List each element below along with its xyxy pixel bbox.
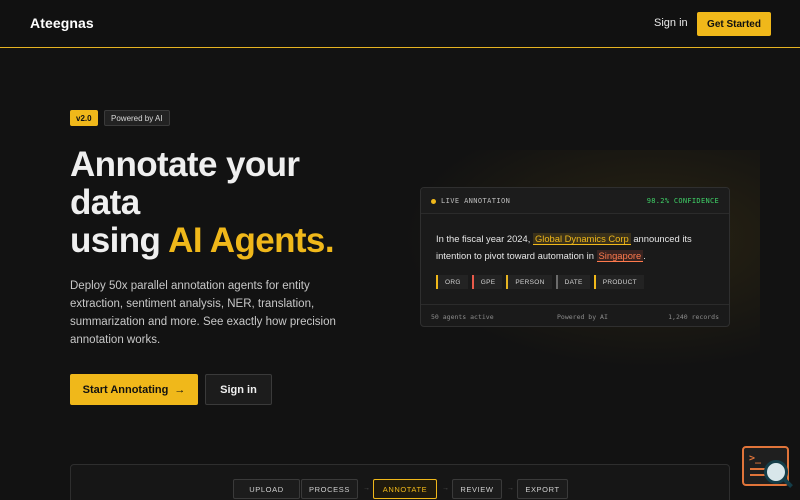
- text-prefix: In the fiscal year 2024,: [436, 233, 533, 244]
- terminal-prompt-icon: >_: [749, 453, 762, 464]
- hero-description: Deploy 50x parallel annotation agents fo…: [70, 280, 336, 346]
- magnifier-icon: [764, 460, 788, 484]
- entity-tags: ORG GPE PERSON DATE PRODUCT: [436, 275, 644, 289]
- step-upload[interactable]: UPLOAD: [233, 479, 300, 499]
- version-badge: v2.0: [70, 110, 98, 126]
- hero-title: Annotate your data using AI Agents.: [70, 146, 400, 260]
- step-review[interactable]: REVIEW: [452, 479, 502, 499]
- live-dot-icon: [431, 199, 436, 204]
- records-count: 1,240 records: [668, 313, 719, 321]
- entity-org[interactable]: Global Dynamics Corp: [532, 233, 631, 245]
- pipeline-steps: UPLOAD → PROCESS → ANNOTATE → REVIEW → E…: [70, 464, 730, 500]
- annotated-text: In the fiscal year 2024, Global Dynamics…: [436, 230, 721, 264]
- tag-person[interactable]: PERSON: [506, 275, 552, 289]
- agents-active-count: 50 agents active: [431, 313, 494, 321]
- step-process[interactable]: PROCESS: [301, 479, 358, 499]
- live-annotation-label: LIVE ANNOTATION: [441, 197, 511, 205]
- hero-title-period: .: [324, 221, 335, 260]
- hero-title-prefix: using: [70, 221, 169, 260]
- step-arrow-icon: →: [507, 485, 514, 492]
- start-annotating-button[interactable]: Start Annotating →: [70, 374, 198, 405]
- tag-org[interactable]: ORG: [436, 275, 468, 289]
- start-annotating-label: Start Annotating: [82, 383, 169, 396]
- footer-powered-label: Powered by AI: [557, 313, 608, 321]
- get-started-button[interactable]: Get Started: [697, 12, 771, 36]
- entity-gpe[interactable]: Singapore: [596, 250, 644, 262]
- brand-logo[interactable]: Ateegnas: [30, 15, 94, 31]
- tag-gpe[interactable]: GPE: [471, 275, 503, 289]
- step-arrow-icon: →: [363, 485, 370, 492]
- text-suffix: .: [643, 250, 646, 261]
- step-arrow-icon: →: [442, 485, 449, 492]
- hero-title-line-2: data: [70, 183, 140, 222]
- powered-by-ai-badge: Powered by AI: [104, 110, 170, 126]
- step-export[interactable]: EXPORT: [517, 479, 568, 499]
- confidence-indicator: 98.2% CONFIDENCE: [646, 197, 719, 205]
- card-header: LIVE ANNOTATION 98.2% CONFIDENCE: [421, 188, 729, 214]
- nav-signin-link[interactable]: Sign in: [654, 17, 688, 29]
- arrow-right-icon: →: [174, 383, 186, 396]
- hero-title-line-1: Annotate your: [70, 145, 300, 184]
- tag-date[interactable]: DATE: [555, 275, 590, 289]
- live-annotation-card: LIVE ANNOTATION 98.2% CONFIDENCE In the …: [420, 187, 730, 327]
- terminal-search-widget[interactable]: >_: [742, 446, 789, 486]
- card-footer: 50 agents active Powered by AI 1,240 rec…: [421, 304, 729, 326]
- hero-title-accent: AI Agents: [168, 221, 325, 260]
- hero-signin-button[interactable]: Sign in: [205, 374, 272, 405]
- hero-title-line-3: using AI Agents.: [70, 222, 400, 260]
- step-annotate[interactable]: ANNOTATE: [373, 479, 437, 499]
- top-nav: Ateegnas Sign in Get Started: [0, 0, 800, 48]
- tag-product[interactable]: PRODUCT: [593, 275, 644, 289]
